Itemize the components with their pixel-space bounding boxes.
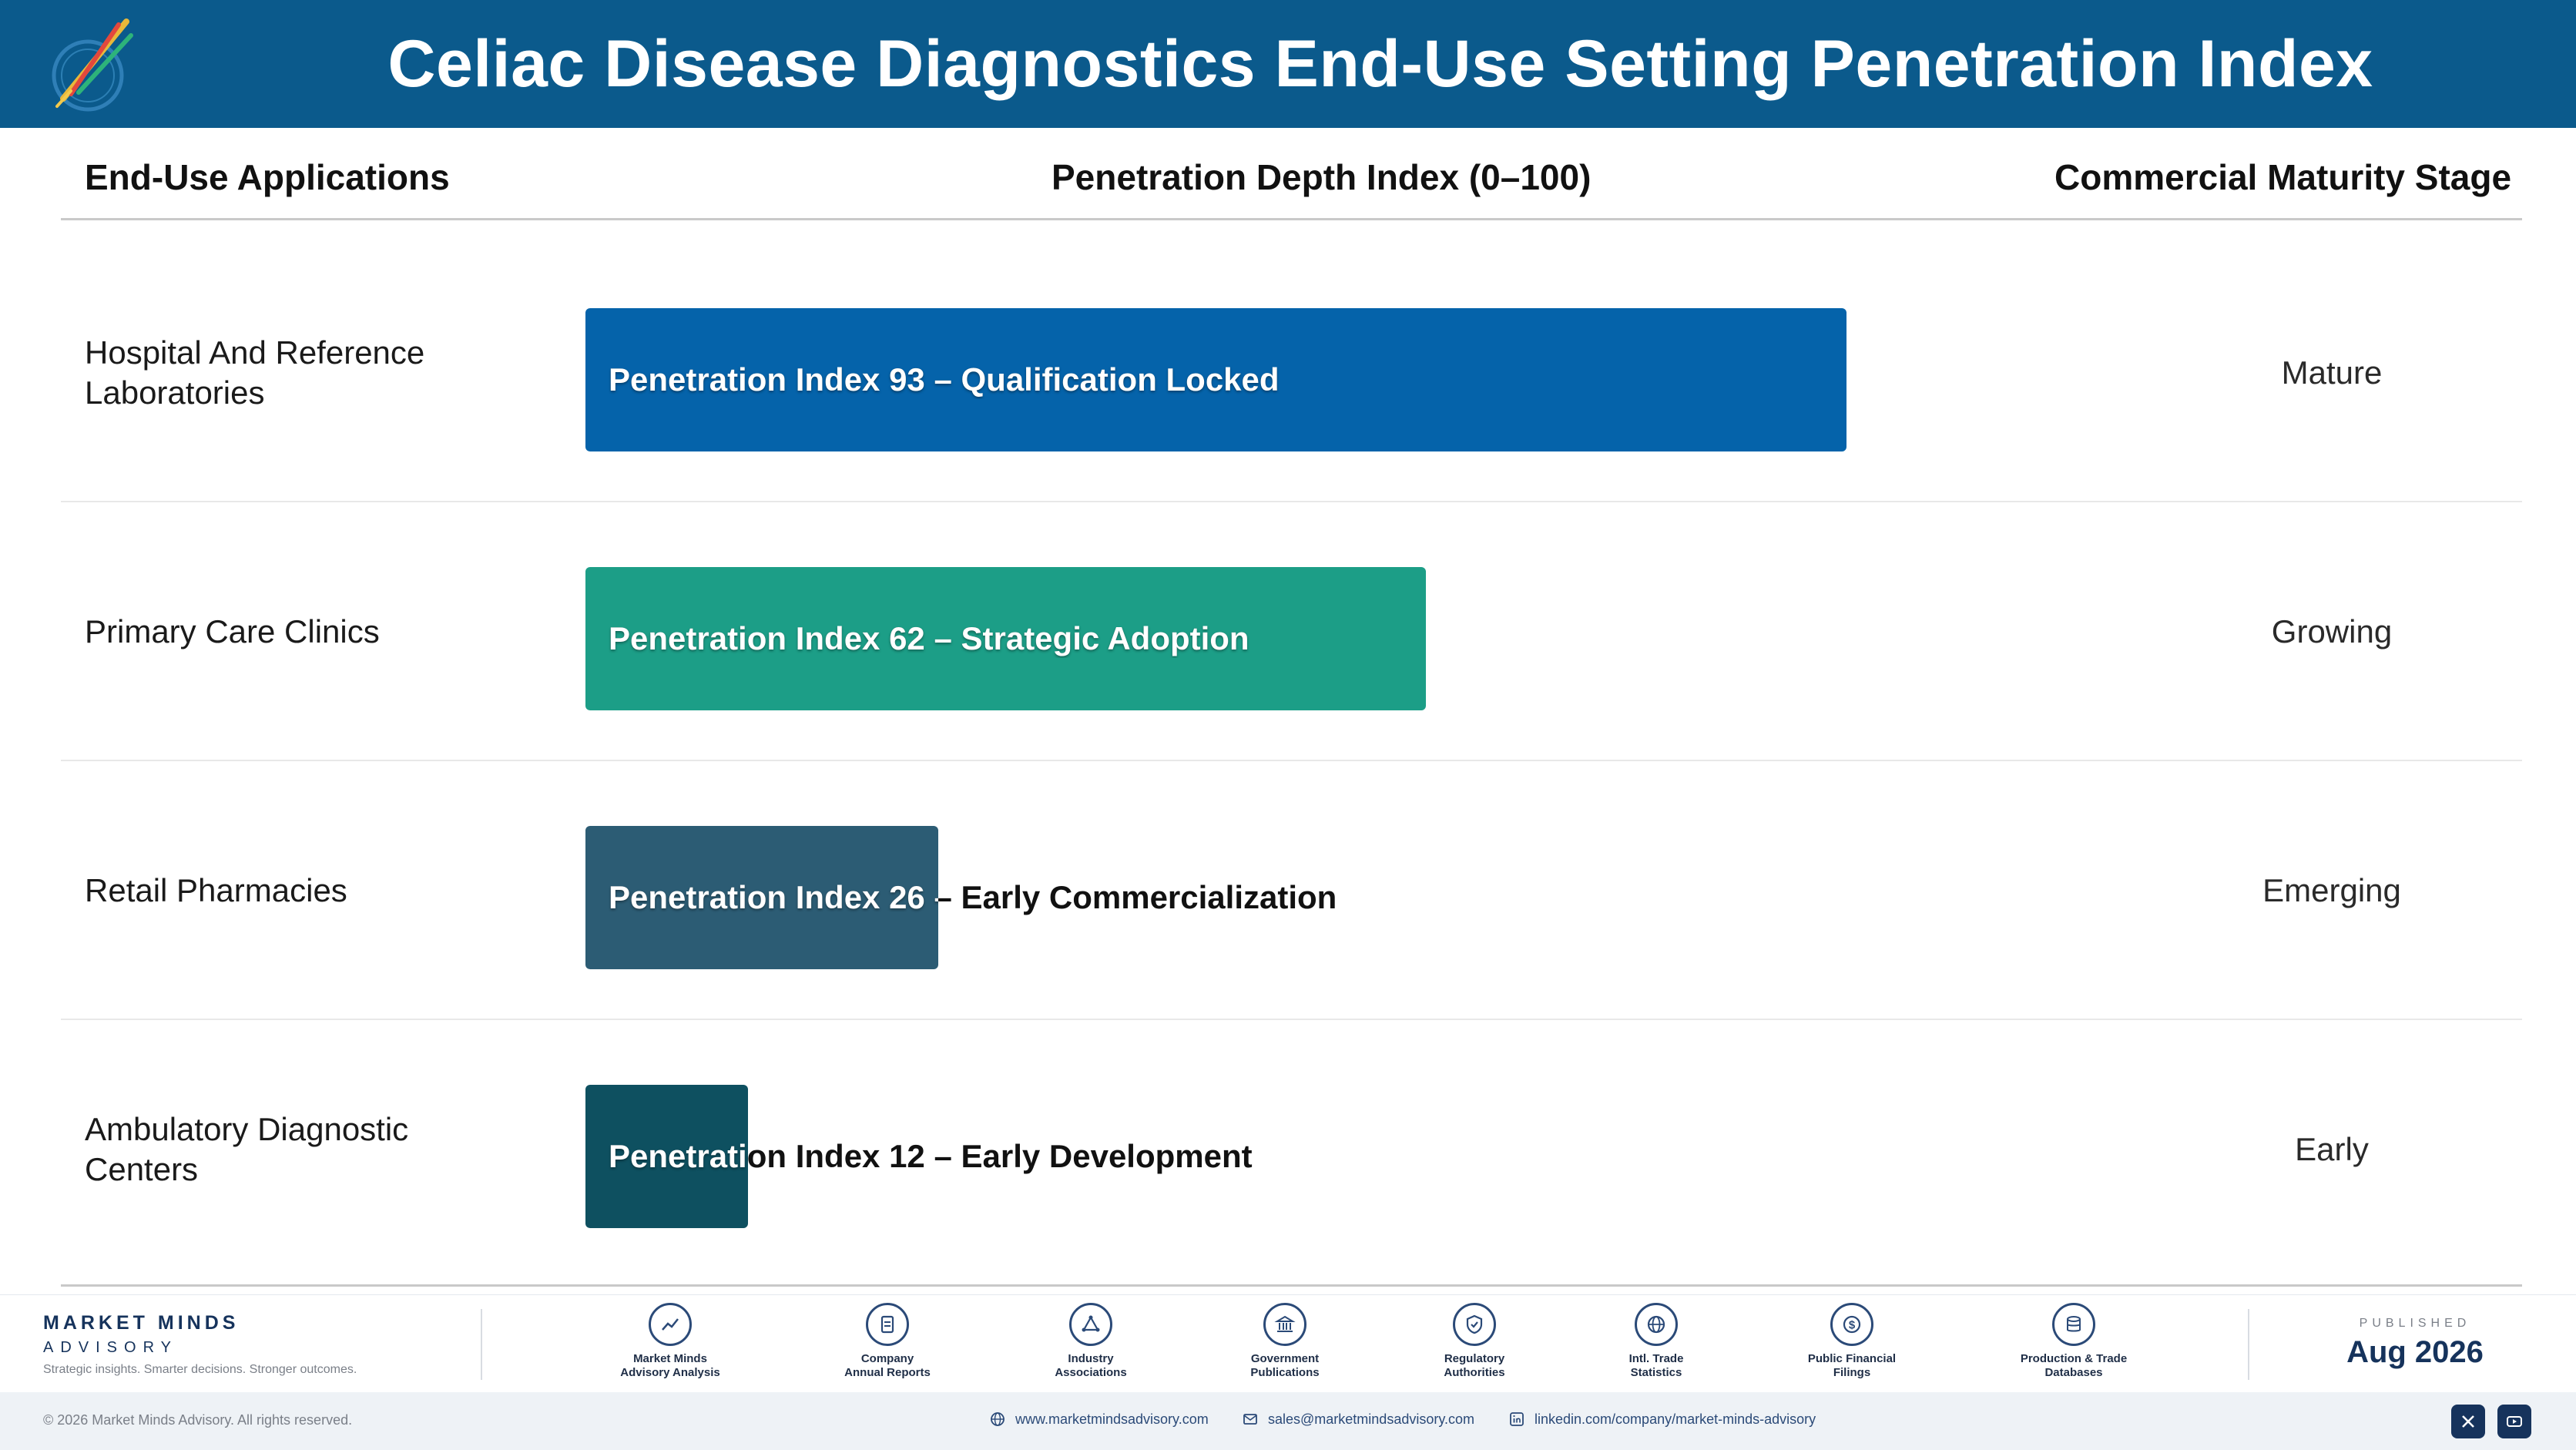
maturity-stage: Emerging (2262, 872, 2401, 908)
footer-divider-left (481, 1309, 482, 1380)
footer-divider-right (2248, 1309, 2249, 1380)
source-financial-filings: $ Public Financial Filings (1775, 1303, 1929, 1380)
source-line2: Publications (1250, 1366, 1320, 1379)
published-label: PUBLISHED (2359, 1317, 2471, 1330)
source-industry-associations: Industry Associations (1014, 1303, 1168, 1380)
brand-block: MARKET MINDS ADVISORY Strategic insights… (43, 1312, 357, 1377)
bar-label-overlay: Penetration Index 12 – Early Development (609, 1138, 748, 1174)
chart-row: Primary Care Clinics Penetration Index 6… (61, 502, 2522, 761)
source-line1: Production & Trade (2020, 1352, 2128, 1365)
source-line2: Authorities (1444, 1366, 1505, 1379)
category-label: Hospital And Reference Laboratories (85, 334, 425, 411)
published-date: Aug 2026 (2346, 1335, 2484, 1369)
x-social-button[interactable] (2451, 1405, 2485, 1438)
bar-label-overlay: Penetration Index 93 – Qualification Loc… (609, 361, 1280, 398)
source-line1: Government (1250, 1352, 1320, 1365)
maturity-stage: Mature (2281, 354, 2383, 391)
email-text: sales@marketmindsadvisory.com (1268, 1411, 1475, 1427)
chart-row: Hospital And Reference Laboratories Pene… (61, 243, 2522, 502)
trend-chart-icon (649, 1303, 692, 1346)
source-market-minds: Market Minds Advisory Analysis (593, 1303, 747, 1380)
youtube-icon (2507, 1416, 2522, 1427)
chart-row: Retail Pharmacies Penetration Index 26 –… (61, 761, 2522, 1020)
category-label: Primary Care Clinics (85, 613, 380, 649)
source-government-publications: Government Publications (1208, 1303, 1362, 1380)
x-logo-icon (2462, 1415, 2474, 1428)
column-header-stage: Commercial Maturity Stage (2054, 157, 2512, 197)
linkedin-icon (1510, 1412, 1524, 1426)
header-banner: Celiac Disease Diagnostics End-Use Setti… (0, 0, 2576, 128)
company-logo-icon (52, 18, 133, 112)
website-link[interactable]: www.marketmindsadvisory.com (989, 1411, 1209, 1428)
source-trade-databases: Production & Trade Databases (1997, 1303, 2151, 1380)
government-building-icon (1263, 1303, 1306, 1346)
copyright-text: © 2026 Market Minds Advisory. All rights… (43, 1412, 353, 1428)
footer-band: MARKET MINDS ADVISORY Strategic insights… (0, 1294, 2576, 1392)
maturity-stage: Growing (2271, 613, 2393, 649)
source-line2: Filings (1833, 1366, 1871, 1379)
source-line1: Company (860, 1352, 914, 1365)
website-text: www.marketmindsadvisory.com (1015, 1411, 1209, 1427)
column-header-applications: End-Use Applications (85, 157, 450, 197)
brand-tagline: Strategic insights. Smarter decisions. S… (43, 1363, 357, 1376)
youtube-social-button[interactable] (2497, 1405, 2531, 1438)
email-link[interactable]: sales@marketmindsadvisory.com (1242, 1411, 1474, 1428)
page-title: Celiac Disease Diagnostics End-Use Setti… (387, 27, 2373, 101)
source-annual-reports: Company Annual Reports (810, 1303, 964, 1380)
column-header-index: Penetration Depth Index (0–100) (1052, 157, 1592, 197)
footer-divider (61, 1284, 2522, 1287)
source-trade-statistics: Intl. Trade Statistics (1579, 1303, 1733, 1380)
bar-label-overlay: Penetration Index 26 – Early Commerciali… (609, 879, 938, 915)
database-icon (2052, 1303, 2095, 1346)
header-divider (61, 218, 2522, 220)
globe-icon (991, 1412, 1005, 1426)
network-icon (1069, 1303, 1112, 1346)
chart-row: Ambulatory Diagnostic Centers Penetratio… (61, 1020, 2522, 1279)
shield-check-icon (1453, 1303, 1496, 1346)
document-icon (866, 1303, 909, 1346)
contact-bar: © 2026 Market Minds Advisory. All rights… (0, 1392, 2576, 1450)
source-regulatory-authorities: Regulatory Authorities (1397, 1303, 1551, 1380)
globe-icon (1635, 1303, 1678, 1346)
maturity-stage: Early (2295, 1131, 2369, 1167)
source-line2: Annual Reports (844, 1366, 931, 1379)
source-line1: Regulatory (1444, 1352, 1505, 1365)
category-label: Retail Pharmacies (85, 872, 347, 908)
linkedin-link[interactable]: linkedin.com/company/market-minds-adviso… (1508, 1411, 1816, 1428)
brand-name: MARKET MINDS (43, 1312, 240, 1334)
brand-subtitle: ADVISORY (43, 1339, 178, 1356)
source-line1: Market Minds (633, 1352, 707, 1365)
source-line2: Databases (2044, 1366, 2103, 1379)
bar-label-overlay: Penetration Index 62 – Strategic Adoptio… (609, 620, 1249, 656)
source-line1: Industry (1068, 1352, 1114, 1365)
category-label: Ambulatory Diagnostic Centers (85, 1111, 409, 1187)
source-line1: Intl. Trade (1628, 1352, 1684, 1365)
source-line1: Public Financial (1807, 1352, 1897, 1365)
source-line2: Associations (1055, 1366, 1127, 1379)
source-line2: Advisory Analysis (620, 1366, 720, 1379)
dollar-coin-icon: $ (1830, 1303, 1873, 1346)
published-block: PUBLISHED Aug 2026 (2334, 1317, 2496, 1370)
linkedin-text: linkedin.com/company/market-minds-adviso… (1535, 1411, 1816, 1427)
mail-icon (1243, 1414, 1257, 1425)
svg-text:$: $ (1849, 1319, 1856, 1332)
source-line2: Statistics (1630, 1366, 1682, 1379)
